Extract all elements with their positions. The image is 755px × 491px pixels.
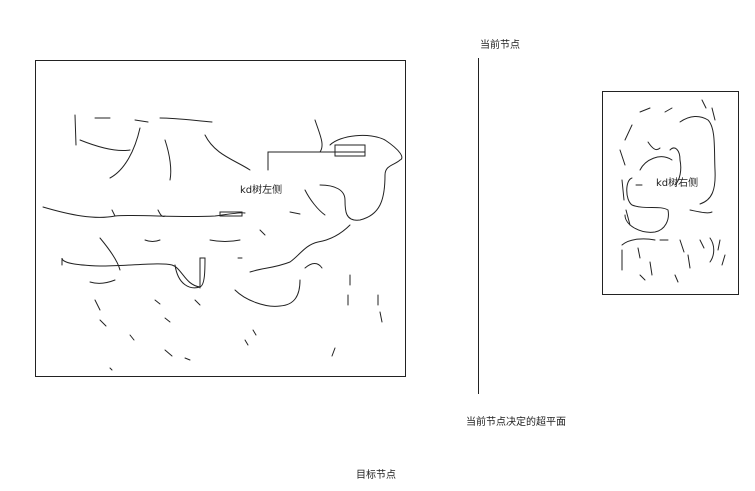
target-node-label: 目标节点: [356, 470, 396, 481]
scribble-stroke: [204, 134, 251, 171]
scribble-stroke: [619, 149, 626, 166]
scribble-stroke: [639, 156, 673, 171]
scribble-stroke: [717, 239, 721, 251]
scribble-stroke: [687, 254, 691, 269]
scribble-stroke: [649, 261, 653, 276]
scribble-stroke: [74, 114, 77, 146]
scribble-stroke: [249, 224, 351, 273]
scribble-stroke: [129, 334, 135, 341]
scribble-stroke: [711, 107, 716, 121]
scribble-stroke: [244, 339, 249, 346]
scribble-stroke: [639, 274, 646, 281]
scribble-stroke: [164, 349, 173, 357]
scribble-stroke: [42, 206, 246, 218]
scribble-stroke: [637, 247, 641, 259]
scribble-stroke: [689, 209, 713, 214]
scribble-stroke: [334, 144, 366, 157]
scribble-stroke: [679, 116, 716, 205]
scribble-stroke: [647, 141, 661, 151]
scribble-stroke: [674, 274, 679, 283]
scribble-stroke: [111, 209, 116, 217]
scribble-stroke: [331, 347, 336, 357]
scribble-stroke: [289, 211, 301, 215]
scribble-stroke: [234, 279, 301, 307]
scribble-stroke: [94, 299, 101, 311]
scribble-stroke: [209, 239, 241, 242]
diagram-canvas: 当前节点 kd树左侧 kd树右侧 当前节点决定的超平面 目标节点: [0, 0, 755, 491]
scribble-stroke: [304, 189, 326, 216]
scribble-stroke: [624, 124, 633, 141]
scribble-stroke: [109, 127, 141, 179]
scribble-stroke: [679, 239, 685, 253]
scribble-stroke: [89, 279, 116, 284]
scribble-stroke: [174, 264, 201, 289]
scribble-stroke: [79, 139, 131, 151]
scribble-stroke: [379, 311, 383, 323]
scribble-stroke: [621, 238, 656, 246]
scribble-stroke: [194, 299, 201, 306]
scribble-stroke: [621, 179, 625, 201]
current-node-label: 当前节点: [480, 40, 520, 51]
scribble-stroke: [159, 117, 213, 123]
scribble-stroke: [184, 357, 191, 361]
scribble-stroke: [144, 239, 161, 242]
scribble-stroke: [109, 367, 113, 371]
scribble-stroke: [304, 263, 323, 269]
scribble-stroke: [701, 99, 707, 109]
scribble-stroke: [664, 107, 673, 113]
scribble-stroke: [639, 107, 651, 113]
hyperplane-label: 当前节点决定的超平面: [466, 417, 566, 428]
scribble-stroke: [267, 151, 366, 171]
scribble-stroke: [259, 229, 266, 236]
scribble-stroke: [699, 239, 705, 249]
scribble-stroke: [721, 254, 726, 266]
scribble-stroke: [99, 319, 107, 327]
scribble-stroke: [164, 317, 171, 323]
kd-right-label: kd树右侧: [656, 178, 699, 189]
scribble-stroke: [314, 119, 323, 153]
scribble-points: [42, 99, 726, 371]
scribble-stroke: [164, 139, 172, 181]
scribble-stroke: [709, 237, 715, 263]
scribble-stroke: [134, 119, 149, 123]
scribble-stroke: [252, 329, 257, 336]
scribble-stroke: [319, 134, 403, 221]
scribble-stroke: [154, 299, 161, 305]
kd-left-label: kd树左侧: [240, 185, 283, 196]
